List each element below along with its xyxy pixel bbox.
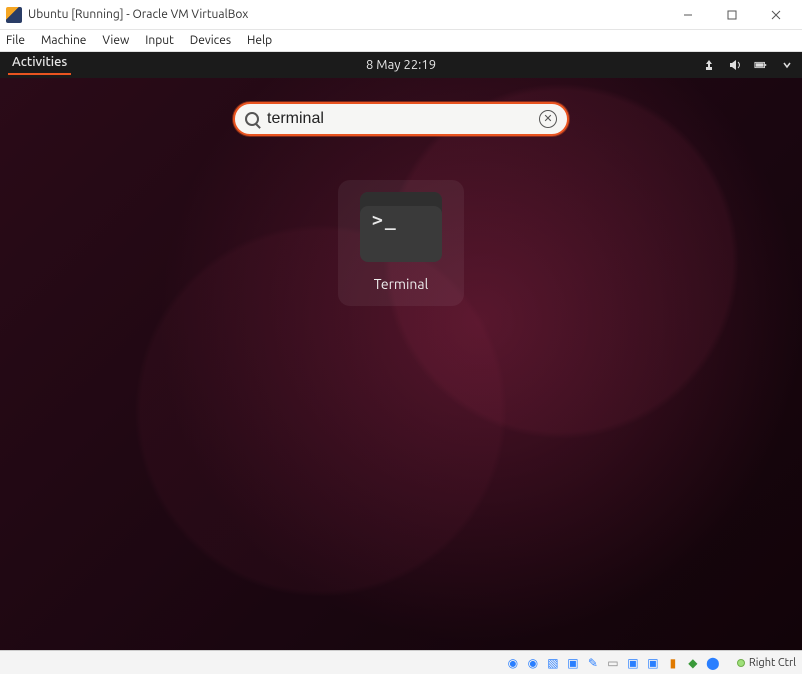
virtualbox-statusbar: ◉ ◉ ▧ ▣ ✎ ▭ ▣ ▣ ▮ ◆ ⬤ Right Ctrl bbox=[0, 650, 802, 674]
volume-icon bbox=[728, 58, 742, 72]
status-optical2-icon[interactable]: ◉ bbox=[525, 655, 541, 671]
hostkey-label: Right Ctrl bbox=[749, 657, 796, 669]
search-result-label: Terminal bbox=[348, 276, 454, 292]
status-display-icon[interactable]: ▣ bbox=[625, 655, 641, 671]
search-input[interactable] bbox=[267, 110, 539, 128]
hostkey-led-icon bbox=[737, 659, 745, 667]
status-clipboard-icon[interactable]: ▮ bbox=[665, 655, 681, 671]
menu-view[interactable]: View bbox=[102, 34, 129, 47]
network-icon bbox=[702, 58, 716, 72]
status-usb-icon[interactable]: ✎ bbox=[585, 655, 601, 671]
virtualbox-app-icon bbox=[6, 7, 22, 23]
gnome-topbar: Activities 8 May 22:19 bbox=[0, 52, 802, 78]
chevron-down-icon bbox=[780, 58, 794, 72]
menu-file[interactable]: File bbox=[6, 34, 25, 47]
status-recording-icon[interactable]: ◆ bbox=[685, 655, 701, 671]
guest-screen: Activities 8 May 22:19 ✕ Terminal bbox=[0, 52, 802, 650]
menu-input[interactable]: Input bbox=[145, 34, 174, 47]
system-tray[interactable] bbox=[702, 58, 794, 72]
clear-search-button[interactable]: ✕ bbox=[539, 110, 557, 128]
close-button[interactable] bbox=[754, 0, 798, 30]
battery-icon bbox=[754, 58, 768, 72]
search-result-terminal[interactable]: Terminal bbox=[338, 180, 464, 306]
virtualbox-titlebar: Ubuntu [Running] - Oracle VM VirtualBox bbox=[0, 0, 802, 30]
host-key-indicator[interactable]: Right Ctrl bbox=[731, 657, 796, 669]
menu-devices[interactable]: Devices bbox=[190, 34, 231, 47]
status-harddisk-icon[interactable]: ▧ bbox=[545, 655, 561, 671]
menu-machine[interactable]: Machine bbox=[41, 34, 86, 47]
virtualbox-menubar: File Machine View Input Devices Help bbox=[0, 30, 802, 52]
clock[interactable]: 8 May 22:19 bbox=[366, 58, 436, 72]
minimize-button[interactable] bbox=[666, 0, 710, 30]
terminal-icon bbox=[360, 192, 442, 262]
status-sharedfolder-icon[interactable]: ▣ bbox=[565, 655, 581, 671]
search-icon bbox=[245, 112, 259, 126]
activities-search: ✕ bbox=[233, 102, 569, 136]
status-network-icon[interactable]: ▭ bbox=[605, 655, 621, 671]
status-display2-icon[interactable]: ▣ bbox=[645, 655, 661, 671]
status-optical-icon[interactable]: ◉ bbox=[505, 655, 521, 671]
activities-button[interactable]: Activities bbox=[8, 55, 71, 75]
status-mouse-icon[interactable]: ⬤ bbox=[705, 655, 721, 671]
maximize-button[interactable] bbox=[710, 0, 754, 30]
window-title: Ubuntu [Running] - Oracle VM VirtualBox bbox=[28, 8, 248, 21]
menu-help[interactable]: Help bbox=[247, 34, 272, 47]
